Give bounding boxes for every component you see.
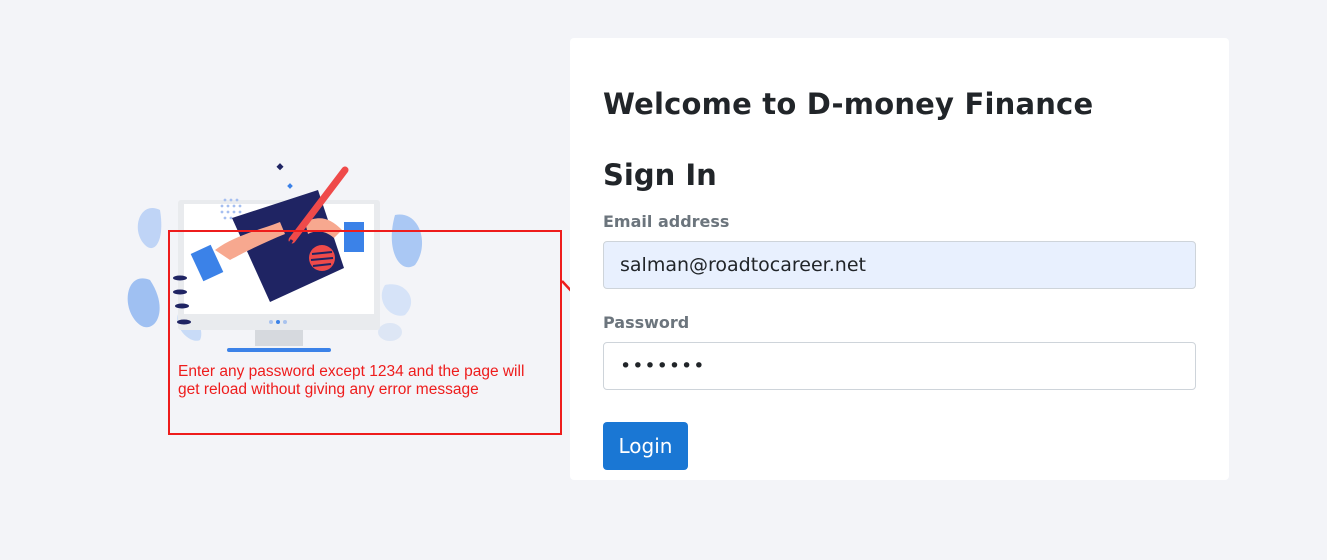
annotation-line-1: Enter any password except 1234 and the p… <box>178 363 525 380</box>
annotation-text: Enter any password except 1234 and the p… <box>178 363 558 399</box>
password-label: Password <box>603 313 690 332</box>
email-field[interactable]: salman@roadtocareer.net <box>603 241 1196 289</box>
annotation-line-2: get reload without giving any error mess… <box>178 381 479 398</box>
password-field[interactable]: ••••••• <box>603 342 1196 390</box>
signin-title: Sign In <box>603 158 717 192</box>
login-button[interactable]: Login <box>603 422 688 470</box>
annotation-box: Enter any password except 1234 and the p… <box>168 230 562 435</box>
email-label: Email address <box>603 212 730 231</box>
signin-card: Welcome to D-money Finance Sign In Email… <box>570 38 1229 480</box>
welcome-title: Welcome to D-money Finance <box>603 87 1094 121</box>
